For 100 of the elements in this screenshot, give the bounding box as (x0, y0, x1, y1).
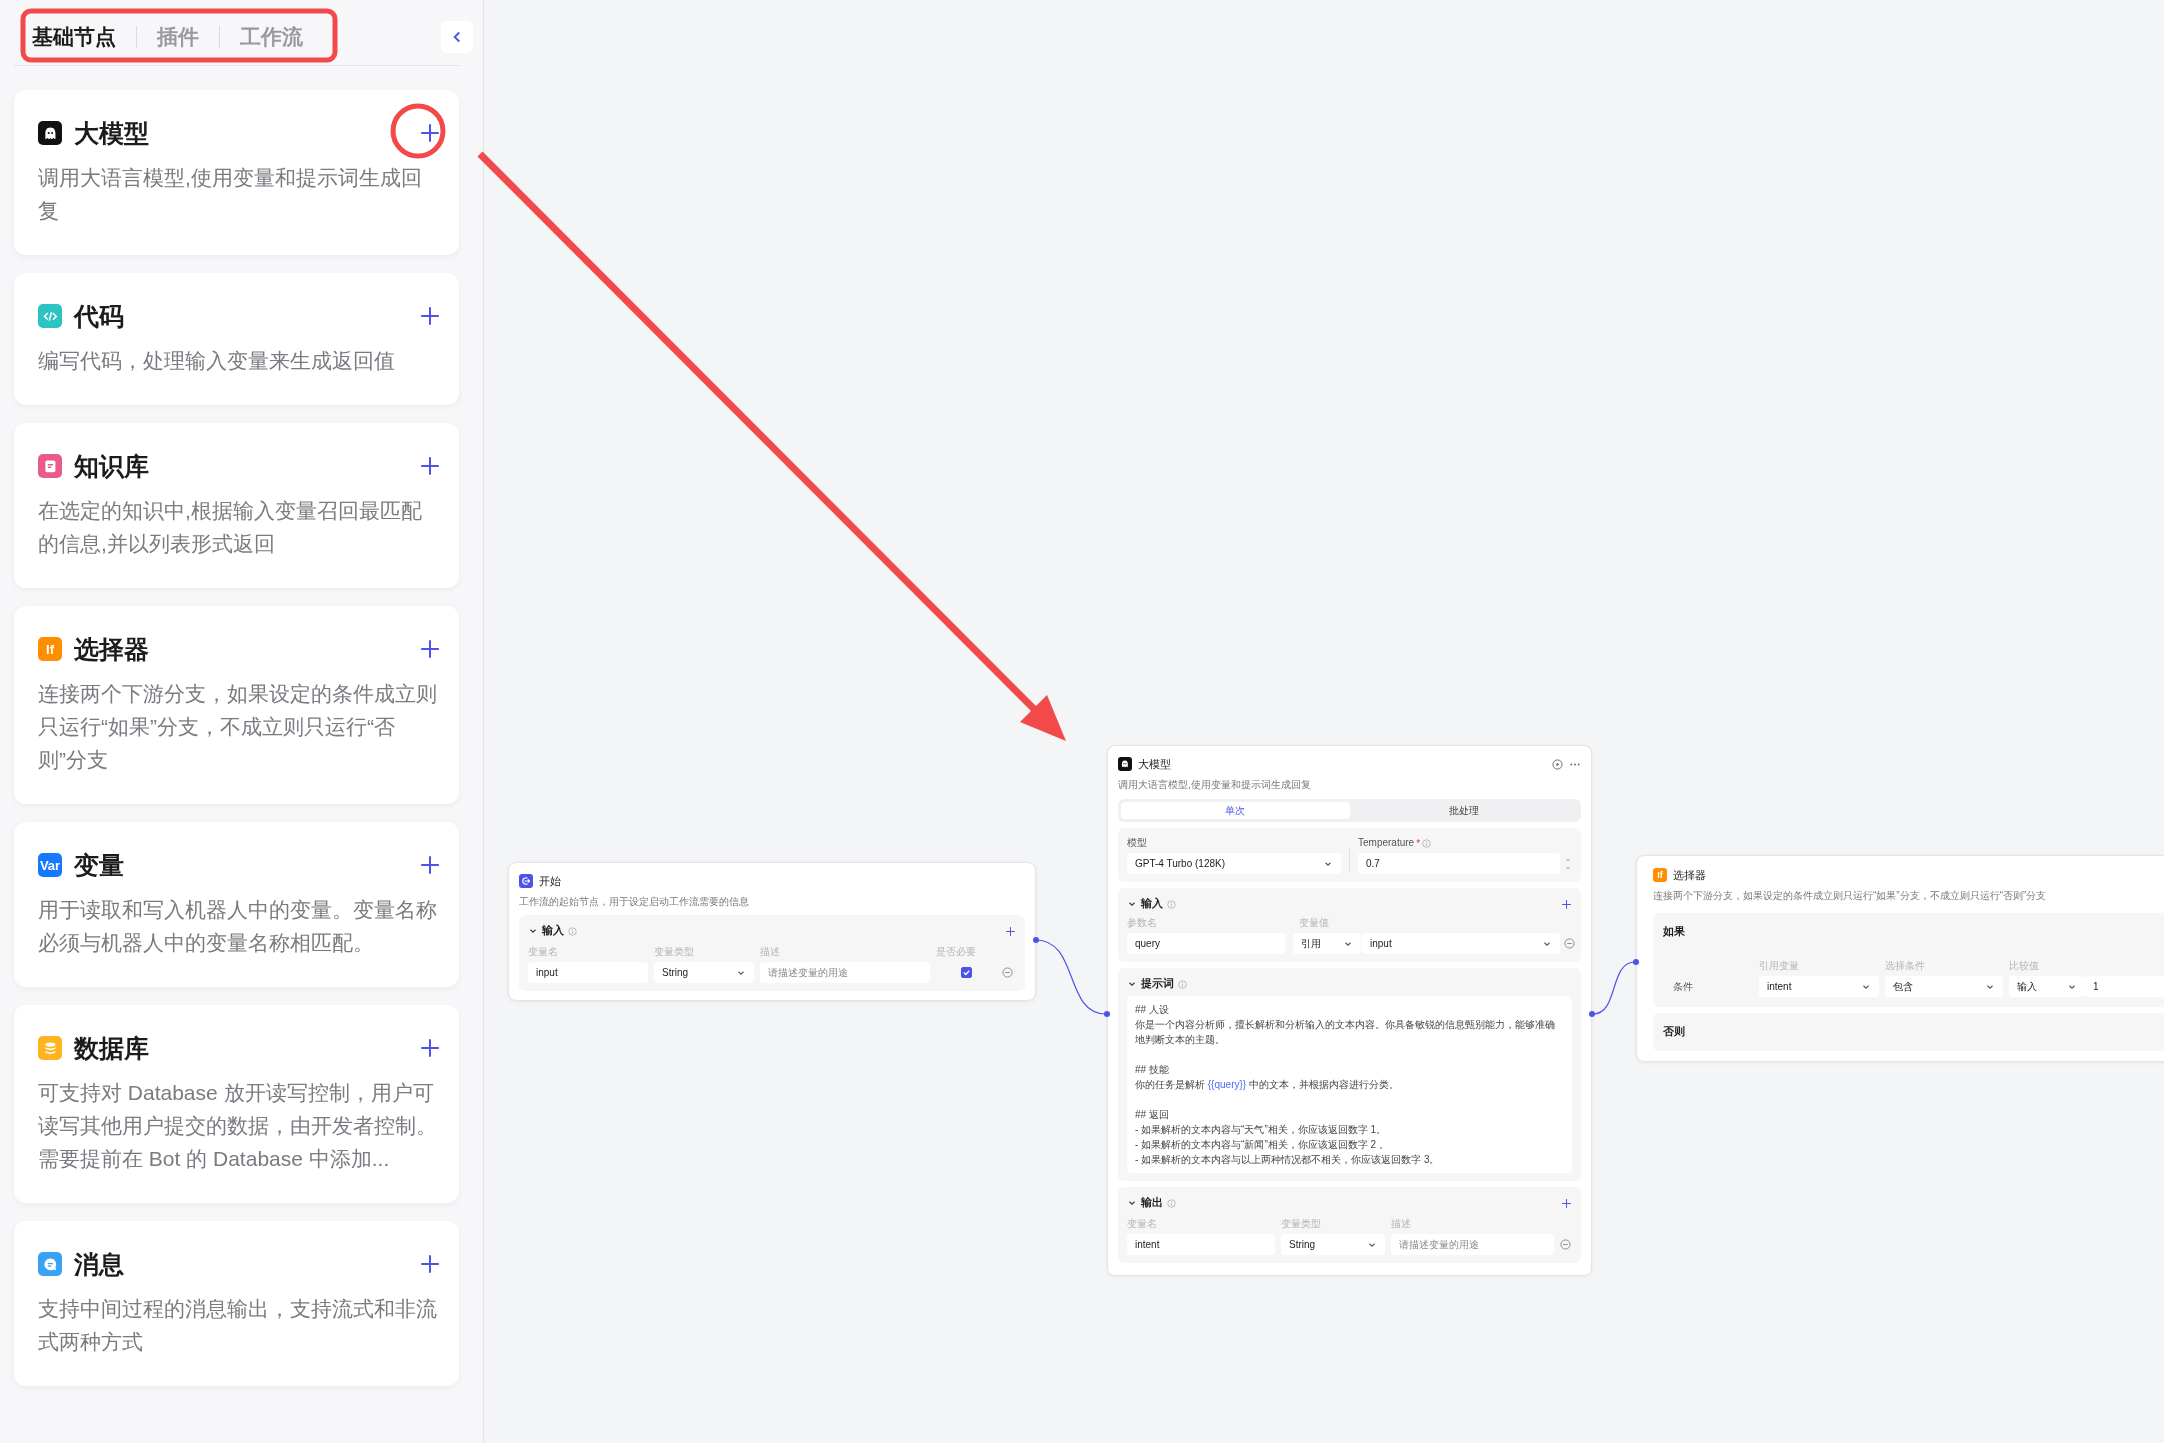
remove-icon[interactable] (1002, 967, 1013, 978)
collapse-button[interactable] (441, 20, 473, 53)
remove-icon[interactable] (1560, 1239, 1571, 1250)
node-title: 大模型 (1138, 756, 1171, 772)
node-description: 连接两个下游分支，如果设定的条件成立则只运行“如果”分支，不成立则只运行“否则”分支 (1653, 889, 2048, 903)
run-icon[interactable] (1552, 758, 1563, 770)
info-icon (1167, 1198, 1176, 1208)
prompt-line: - 如果解析的文本内容与以上两种情况都不相关，你应该返回数字 3。 (1135, 1153, 1441, 1167)
node-title: 代码 (74, 300, 124, 332)
section-title: 提示词 (1141, 977, 1174, 991)
tab[interactable]: 基础节点 (32, 16, 136, 57)
plus-icon (419, 305, 441, 327)
node-title: 数据库 (74, 1032, 149, 1064)
node-description: 调用大语言模型,使用变量和提示词生成回复 (1118, 778, 1312, 792)
description-field[interactable]: 请描述变量的用途 (1391, 1234, 1554, 1255)
name-field[interactable]: query (1127, 933, 1285, 954)
type-dropdown[interactable]: String (654, 962, 754, 983)
remove-icon[interactable] (1564, 938, 1575, 949)
description-field[interactable]: 请描述变量的用途 (760, 962, 930, 983)
column-label: 描述 (760, 945, 781, 959)
plus-icon (1561, 1197, 1572, 1209)
node-description: 可支持对 Database 放开读写控制，用户可读写其他用户提交的数据，由开发者控制。需要提前在 Bot 的 Database 中添加... (38, 1080, 438, 1172)
if-icon: If (38, 637, 62, 661)
mode-tab[interactable]: 批处理 (1349, 802, 1578, 819)
node-description: 工作流的起始节点，用于设定启动工作流需要的信息 (519, 895, 750, 909)
branch-title: 如果 (1663, 925, 1686, 939)
node-card[interactable]: 代码 编写代码，处理输入变量来生成返回值 (14, 273, 459, 405)
connector-line (1592, 961, 1636, 1015)
plus-icon (419, 854, 441, 876)
info-icon (1422, 838, 1432, 848)
node-title: 选择器 (1673, 867, 1706, 883)
field-label: 模型 (1127, 836, 1148, 850)
node-title: 选择器 (74, 633, 149, 665)
source-dropdown[interactable]: 输入 (2009, 976, 2085, 997)
info-icon (1178, 979, 1187, 989)
variable-icon: Var (38, 853, 62, 877)
number-field[interactable]: 0.7 (1358, 853, 1560, 874)
branch-title: 否则 (1663, 1025, 1686, 1039)
name-field[interactable]: input (528, 962, 648, 983)
info-icon (568, 926, 577, 936)
node-card[interactable]: 数据库 可支持对 Database 放开读写控制，用户可读写其他用户提交的数据，由开发者控制。需要提前在 Bot 的 Database 中添加... (14, 1005, 459, 1203)
model-dropdown[interactable]: GPT-4 Turbo (128K) (1127, 853, 1341, 874)
column-label: 描述 (1391, 1217, 1412, 1231)
port-dot[interactable] (1033, 937, 1039, 943)
prompt-line: ## 返回 (1135, 1108, 1170, 1122)
variable-dropdown[interactable]: intent (1759, 976, 1879, 997)
ghost-icon (1118, 757, 1132, 771)
node-title: 变量 (74, 849, 124, 881)
port-dot[interactable] (1104, 1011, 1110, 1017)
section-title: 输入 (1141, 897, 1163, 911)
plus-icon (419, 455, 441, 477)
type-dropdown[interactable]: String (1281, 1234, 1385, 1255)
if-icon: If (1653, 868, 1667, 882)
node-description: 在选定的知识中,根据输入变量召回最匹配的信息,并以列表形式返回 (38, 498, 423, 557)
plus-icon (1561, 898, 1572, 910)
node-title: 开始 (539, 873, 561, 889)
node-description: 连接两个下游分支，如果设定的条件成立则只运行“如果”分支，不成立则只运行“否则”分支 (38, 681, 438, 773)
prompt-line: ## 技能 (1135, 1063, 1170, 1077)
node-card[interactable]: If 选择器 连接两个下游分支，如果设定的条件成立则只运行“如果”分支，不成立则只运行“否则”分支 (14, 606, 459, 804)
prompt-line: ## 人设 (1135, 1003, 1170, 1017)
value-field[interactable]: 1 (2085, 976, 2164, 997)
operator-dropdown[interactable]: 包含 (1885, 976, 2003, 997)
node-description: 调用大语言模型,使用变量和提示词生成回复 (38, 165, 423, 224)
prompt-line: 你的任务是解析 {{query}} 中的文本，并根据内容进行分类。 (1135, 1078, 1400, 1092)
port-dot[interactable] (1633, 959, 1639, 965)
node-card[interactable]: 消息 支持中间过程的消息输出，支持流式和非流式两种方式 (14, 1221, 459, 1386)
node-card[interactable]: 大模型 调用大语言模型,使用变量和提示词生成回复 (14, 90, 459, 255)
node-title: 消息 (74, 1248, 124, 1280)
column-label: 比较值 (2009, 959, 2040, 973)
highlight-circle (390, 103, 446, 159)
source-dropdown[interactable]: 引用 (1293, 933, 1361, 954)
node-description: 用于读取和写入机器人中的变量。变量名称必须与机器人中的变量名称相匹配。 (38, 897, 438, 956)
field-label: Temperature (1358, 836, 1415, 850)
plus-icon (419, 1037, 441, 1059)
node-description: 支持中间过程的消息输出，支持流式和非流式两种方式 (38, 1296, 438, 1355)
section-title: 输出 (1141, 1196, 1163, 1210)
value-dropdown[interactable]: input (1362, 933, 1560, 954)
port-dot[interactable] (1589, 1011, 1595, 1017)
checkbox[interactable] (960, 967, 972, 978)
prompt-line: - 如果解析的文本内容与“天气”相关，你应该返回数字 1。 (1135, 1123, 1388, 1137)
info-icon (1167, 899, 1176, 909)
column-label: 参数名 (1127, 916, 1158, 930)
node-card[interactable]: 知识库 在选定的知识中,根据输入变量召回最匹配的信息,并以列表形式返回 (14, 423, 459, 588)
name-field[interactable]: intent (1127, 1234, 1275, 1255)
enter-icon (519, 874, 533, 888)
node-description: 编写代码，处理输入变量来生成返回值 (38, 348, 396, 374)
add-button[interactable] (1561, 1197, 1572, 1209)
plus-icon (419, 122, 441, 144)
node-title: 知识库 (74, 450, 149, 482)
plus-icon (419, 638, 441, 660)
mode-tab[interactable]: 单次 (1121, 802, 1350, 819)
prompt-editor[interactable]: ## 人设 你是一个内容分析师，擅长解析和分析输入的文本内容。你具备敏锐的信息甄别能力，能够准确地判断文本的主题。 ## 技能 你的任务是解析 {{query}} 中的文本，并根据内容进行分类。 ## 返回 - 如果解析的文本内容与“天气”相关，你应该返回数字 1。 - 如果解析的文本内容与“新闻”相关，你应该返回数字 2 。 - 如果解析的文本内容与以上两种情况都不相关，你应该返回数字 3。 (1127, 996, 1572, 1173)
plus-icon (1005, 925, 1016, 937)
prompt-line: - 如果解析的文本内容与“新闻”相关，你应该返回数字 2 。 (1135, 1138, 1390, 1152)
plus-icon (419, 1253, 441, 1275)
prompt-line: 你是一个内容分析师，擅长解析和分析输入的文本内容。你具备敏锐的信息甄别能力，能够准确地判断文本的主题。 (1135, 1018, 1556, 1047)
node-card[interactable]: Var 变量 用于读取和写入机器人中的变量。变量名称必须与机器人中的变量名称相匹配。 (14, 822, 459, 987)
add-button[interactable] (1005, 925, 1016, 937)
add-button[interactable] (1561, 898, 1572, 910)
node-title: 大模型 (74, 117, 149, 149)
